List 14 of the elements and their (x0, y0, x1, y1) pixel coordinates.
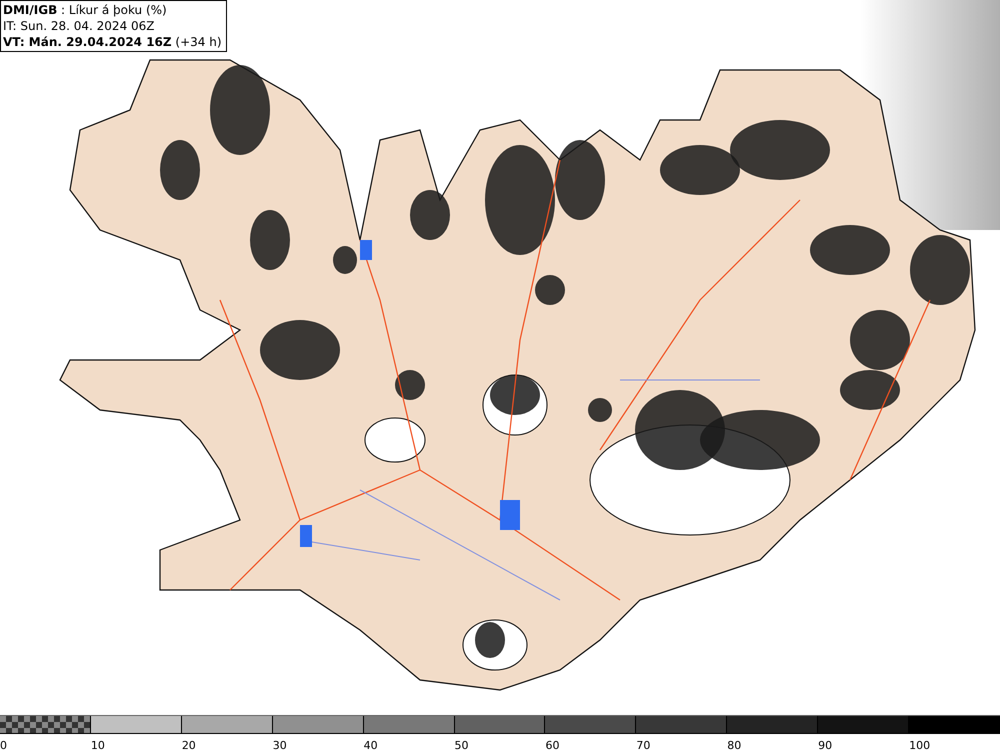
legend-label: 30 (272, 739, 287, 750)
info-line: DMI/IGB : Líkur á þoku (%) (3, 2, 168, 18)
legend-label: 90 (818, 739, 832, 750)
legend-label: 40 (364, 739, 378, 750)
legend-label: 10 (90, 739, 105, 750)
legend-label: 70 (636, 739, 650, 750)
legend-label: 80 (727, 739, 742, 750)
legend-label: 100 (909, 739, 930, 750)
legend-label: 50 (454, 739, 469, 750)
info-line: VT: Mán. 29.04.2024 16Z (+34 h) (3, 34, 222, 50)
info-line: IT: Sun. 28. 04. 2024 06Z (3, 18, 156, 34)
legend-label: 20 (182, 739, 196, 750)
legend-label: 60 (545, 739, 560, 750)
legend-label: 0 (0, 739, 7, 750)
